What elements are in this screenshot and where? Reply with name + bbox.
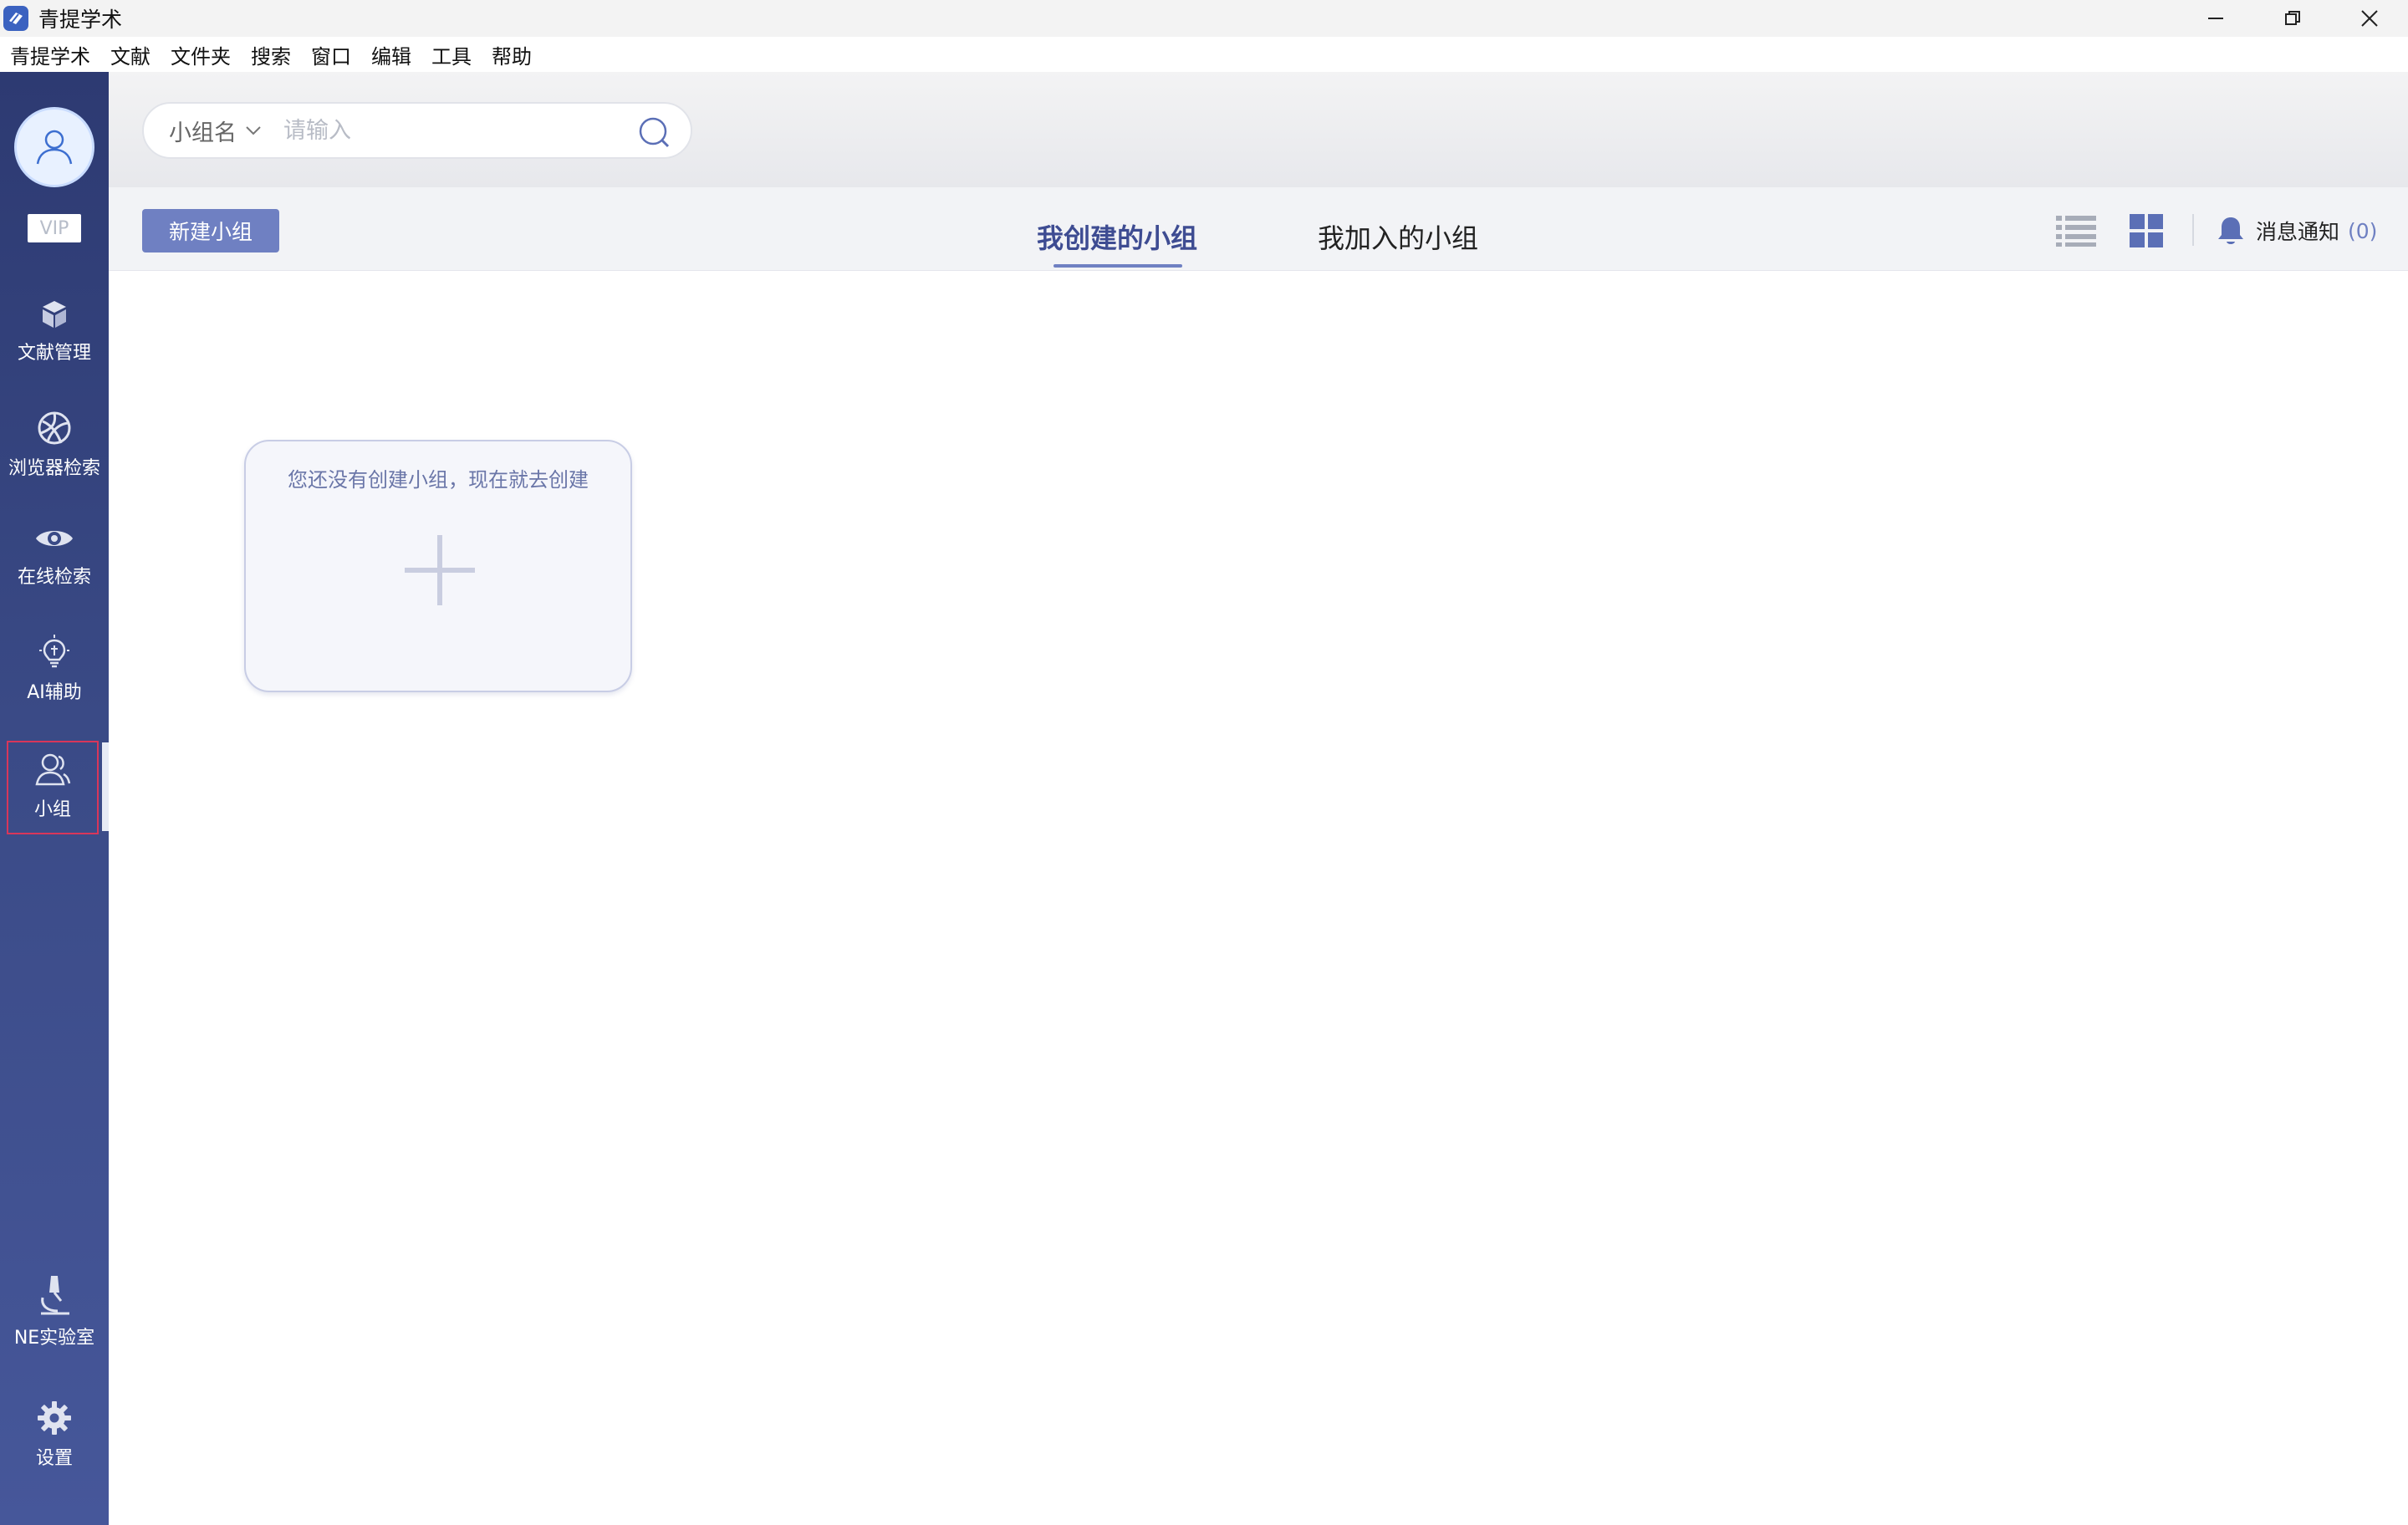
search-icon	[639, 117, 670, 148]
sidebar-item-online-search[interactable]: 在线检索	[0, 522, 109, 589]
search-header: 小组名	[109, 72, 2408, 187]
sidebar-item-label: 小组	[33, 799, 71, 820]
toolbar-divider	[2192, 214, 2194, 246]
close-button[interactable]	[2331, 0, 2408, 37]
microscope-icon	[41, 1276, 69, 1315]
sidebar-item-browser-search[interactable]: 浏览器检索	[0, 410, 109, 480]
sidebar-item-label: 在线检索	[17, 567, 91, 588]
menu-item-tools[interactable]: 工具	[431, 40, 472, 69]
list-view-button[interactable]	[2055, 212, 2097, 249]
grid-view-button[interactable]	[2125, 212, 2167, 249]
sidebar-item-label: AI辅助	[27, 682, 82, 703]
search-button[interactable]	[635, 114, 672, 150]
toolbar: 新建小组 我创建的小组 我加入的小组 消息通知 (0)	[109, 187, 2408, 271]
grid-view-icon	[2130, 214, 2163, 247]
notification-label: 消息通知	[2256, 220, 2340, 244]
menu-item-help[interactable]: 帮助	[492, 40, 532, 69]
empty-state-text: 您还没有创建小组，现在就去创建	[288, 468, 589, 492]
search-scope-label: 小组名	[169, 120, 237, 146]
sidebar-item-label: NE实验室	[13, 1328, 95, 1349]
sidebar-item-ne-lab[interactable]: NE实验室	[0, 1273, 109, 1349]
search-box: 小组名	[142, 102, 692, 159]
menu-item-folder[interactable]: 文件夹	[171, 40, 231, 69]
sidebar-item-label: 设置	[35, 1448, 73, 1469]
plus-icon	[405, 535, 475, 605]
menu-item-app[interactable]: 青提学术	[10, 40, 90, 69]
sidebar-item-literature-management[interactable]: 文献管理	[0, 298, 109, 365]
restore-icon	[2285, 11, 2300, 25]
window-title: 青提学术	[38, 8, 123, 32]
sidebar-item-groups[interactable]: 小组	[7, 741, 99, 834]
sidebar-item-label: 浏览器检索	[8, 458, 100, 479]
tab-underline	[1054, 264, 1182, 268]
menu-bar: 青提学术 文献 文件夹 搜索 窗口 编辑 工具 帮助	[0, 37, 2408, 72]
list-view-icon	[2056, 216, 2096, 247]
restore-button[interactable]	[2254, 0, 2331, 37]
eye-icon	[36, 531, 73, 546]
menu-item-search[interactable]: 搜索	[251, 40, 291, 69]
ai-bulb-icon	[39, 635, 69, 668]
user-group-icon	[35, 753, 71, 786]
new-group-button[interactable]: 新建小组	[142, 209, 279, 252]
close-icon	[2361, 10, 2378, 27]
sidebar: VIP 文献管理 浏览器检索 在线检索 AI辅助 小组 NE实验室 设置	[0, 72, 109, 1525]
minimize-icon	[2208, 18, 2223, 19]
tab-my-joined-groups[interactable]: 我加入的小组	[1318, 217, 1478, 256]
gear-icon	[38, 1401, 71, 1435]
bell-icon	[2218, 217, 2243, 244]
title-bar: 青提学术	[0, 0, 2408, 37]
search-scope-dropdown[interactable]: 小组名	[169, 115, 262, 147]
vip-badge[interactable]: VIP	[28, 214, 81, 242]
create-group-card[interactable]: 您还没有创建小组，现在就去创建	[244, 440, 632, 692]
sidebar-item-label: 文献管理	[17, 343, 91, 364]
window-controls	[2177, 0, 2408, 37]
tab-my-created-groups[interactable]: 我创建的小组	[1037, 217, 1197, 256]
active-indicator	[102, 742, 109, 831]
app-logo-icon	[3, 6, 28, 31]
chevron-down-icon	[245, 125, 262, 136]
cube-icon	[43, 301, 66, 328]
notification-button[interactable]: 消息通知 (0)	[2216, 211, 2377, 251]
menu-item-window[interactable]: 窗口	[311, 40, 351, 69]
search-input[interactable]	[283, 117, 601, 144]
user-avatar-icon	[36, 130, 73, 165]
sidebar-item-settings[interactable]: 设置	[0, 1400, 109, 1470]
menu-item-edit[interactable]: 编辑	[371, 40, 411, 69]
menu-item-literature[interactable]: 文献	[110, 40, 150, 69]
globe-icon	[38, 411, 71, 445]
minimize-button[interactable]	[2177, 0, 2254, 37]
notification-count: (0)	[2348, 218, 2378, 243]
avatar[interactable]	[14, 107, 94, 187]
sidebar-item-ai-assist[interactable]: AI辅助	[0, 634, 109, 704]
